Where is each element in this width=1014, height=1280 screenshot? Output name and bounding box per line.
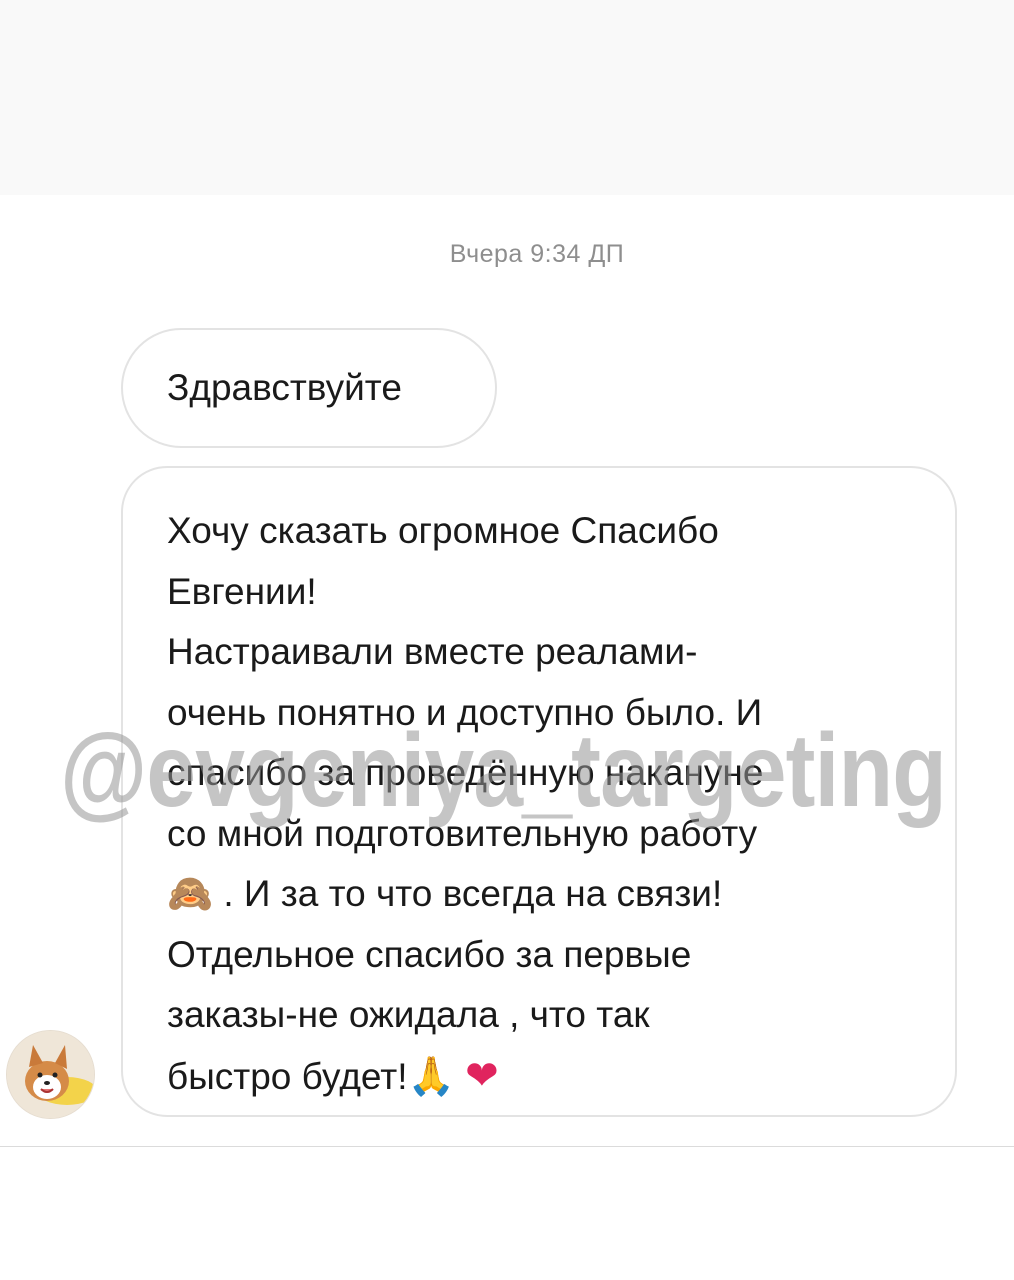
message-text: Здравствуйте <box>167 367 402 408</box>
chat-screen: Вчера 9:34 ДП Здравствуйте Хочу сказать … <box>0 0 1014 1280</box>
message-bubble-thanks[interactable]: Хочу сказать огромное Спасибо Евгении! Н… <box>121 466 957 1117</box>
message-line: заказы-не ожидала , что так <box>167 994 650 1035</box>
message-line: Хочу сказать огромное Спасибо <box>167 510 719 551</box>
message-line: спасибо за проведённую накануне <box>167 752 764 793</box>
message-line-with-emoji: 🙈 . И за то что всегда на связи! <box>167 864 915 925</box>
message-line-with-emoji: быстро будет!🙏 ❤ <box>167 1046 915 1108</box>
message-bubble-greeting[interactable]: Здравствуйте <box>121 328 497 448</box>
message-line: . И за то что всегда на связи! <box>223 873 723 914</box>
message-timestamp: Вчера 9:34 ДП <box>449 240 625 268</box>
message-line: очень понятно и доступно было. И <box>167 691 763 733</box>
red-heart-icon: ❤ <box>465 1052 499 1099</box>
header-area <box>0 0 1014 195</box>
message-line: быстро будет! <box>167 1055 408 1097</box>
composer-area <box>0 1147 1014 1280</box>
praying-hands-icon: 🙏 <box>407 1053 455 1098</box>
corgi-avatar-icon <box>7 1031 94 1118</box>
sender-avatar[interactable] <box>6 1030 95 1119</box>
message-line: Отдельное спасибо за первые <box>167 933 692 975</box>
message-line: Евгении! <box>167 570 317 612</box>
message-line: Настраивали вместе реалами- <box>167 631 698 672</box>
see-no-evil-monkey-icon: 🙈 <box>167 872 214 915</box>
message-line: со мной подготовительную работу <box>167 812 758 854</box>
